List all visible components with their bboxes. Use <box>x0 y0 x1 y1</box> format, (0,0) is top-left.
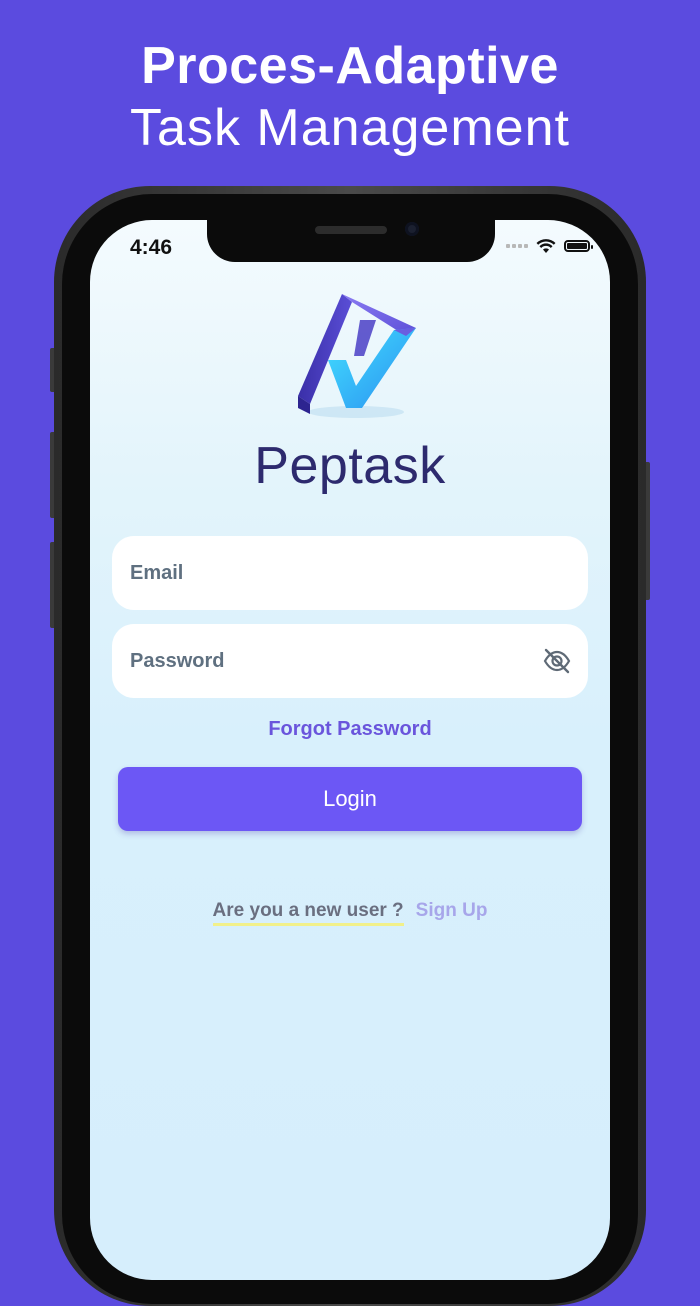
peptask-logo <box>298 294 416 418</box>
password-field[interactable] <box>128 648 542 674</box>
phone-screen: 4:46 Peptask Email Forgot Password Login… <box>90 220 610 1280</box>
front-camera <box>405 222 419 236</box>
login-button[interactable]: Login <box>118 767 582 831</box>
new-user-text: Are you a new user ? <box>212 900 404 926</box>
signup-link[interactable]: Sign Up <box>416 900 488 926</box>
status-time: 4:46 <box>130 236 173 259</box>
promo-headline-line2: Task Management <box>130 99 570 157</box>
status-icons <box>506 238 593 254</box>
password-field-container[interactable] <box>112 624 588 698</box>
app-name: Peptask <box>254 437 446 495</box>
forgot-password-link[interactable]: Forgot Password <box>90 718 610 741</box>
signup-row: Are you a new user ? Sign Up <box>90 900 610 926</box>
signal-icon <box>506 244 528 248</box>
phone-notch <box>207 220 495 262</box>
wifi-icon <box>536 239 556 253</box>
email-field-container[interactable] <box>112 536 588 610</box>
email-field[interactable] <box>128 560 572 586</box>
battery-icon <box>564 240 593 252</box>
speaker-grille <box>315 226 387 234</box>
eye-off-icon[interactable] <box>542 646 572 676</box>
promo-headline-line1: Proces-Adaptive <box>141 37 559 95</box>
